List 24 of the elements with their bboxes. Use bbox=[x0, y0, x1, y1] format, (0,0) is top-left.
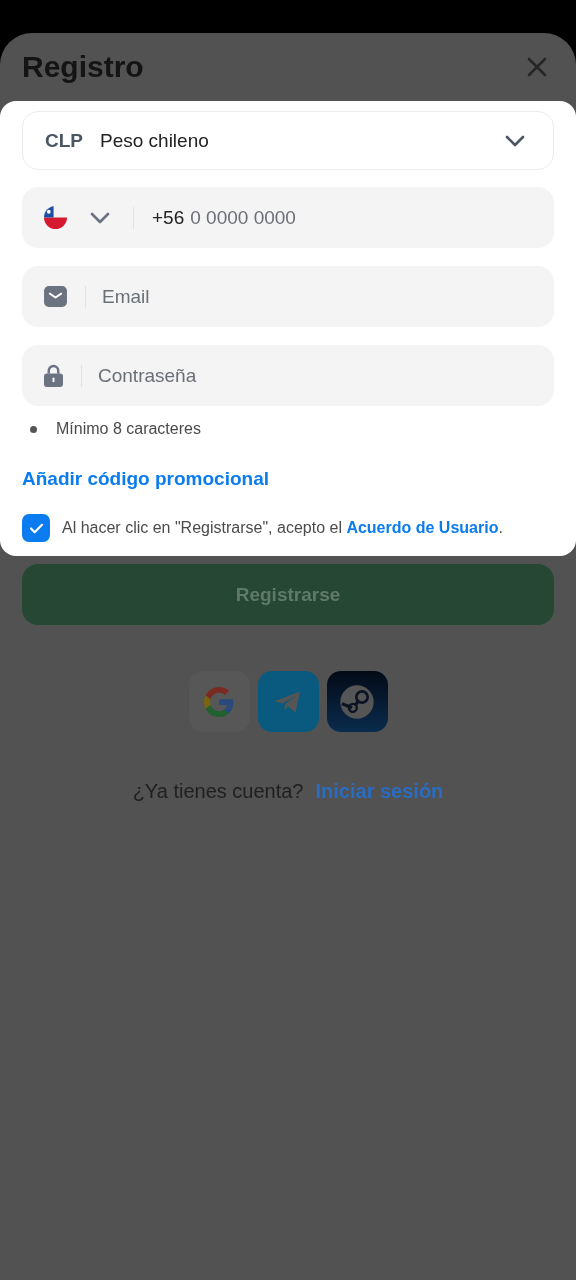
sheet-title: Registro bbox=[22, 50, 144, 84]
email-input[interactable]: Email bbox=[102, 285, 532, 308]
checkmark-icon bbox=[28, 522, 44, 534]
password-hint: Mínimo 8 caracteres bbox=[56, 420, 201, 438]
promo-code-link[interactable]: Añadir código promocional bbox=[22, 468, 269, 490]
agreement-checkbox[interactable] bbox=[22, 514, 50, 542]
phone-number-input[interactable]: 0 0000 0000 bbox=[190, 206, 532, 229]
bullet-icon bbox=[30, 425, 37, 433]
password-field[interactable]: Contraseña bbox=[22, 345, 554, 406]
flag-icon bbox=[44, 206, 67, 229]
agreement-text: Al hacer clic en "Registrarse", acepto el Acuerdo de Usuario. bbox=[62, 519, 503, 537]
close-icon[interactable] bbox=[527, 57, 547, 77]
phone-prefix: +56 bbox=[152, 206, 185, 229]
country-code-button[interactable] bbox=[44, 206, 110, 229]
email-field[interactable]: Email bbox=[22, 266, 554, 327]
currency-select[interactable]: CLP Peso chileno bbox=[22, 111, 554, 170]
envelope-icon bbox=[44, 286, 67, 307]
user-agreement-link[interactable]: Acuerdo de Usuario bbox=[346, 519, 499, 536]
lock-icon bbox=[44, 364, 63, 387]
chevron-down-icon bbox=[505, 134, 525, 147]
steam-login-button[interactable] bbox=[326, 671, 388, 732]
password-input[interactable]: Contraseña bbox=[98, 364, 532, 387]
register-button[interactable]: Registrarse bbox=[22, 564, 554, 625]
chevron-down-icon bbox=[90, 211, 110, 224]
